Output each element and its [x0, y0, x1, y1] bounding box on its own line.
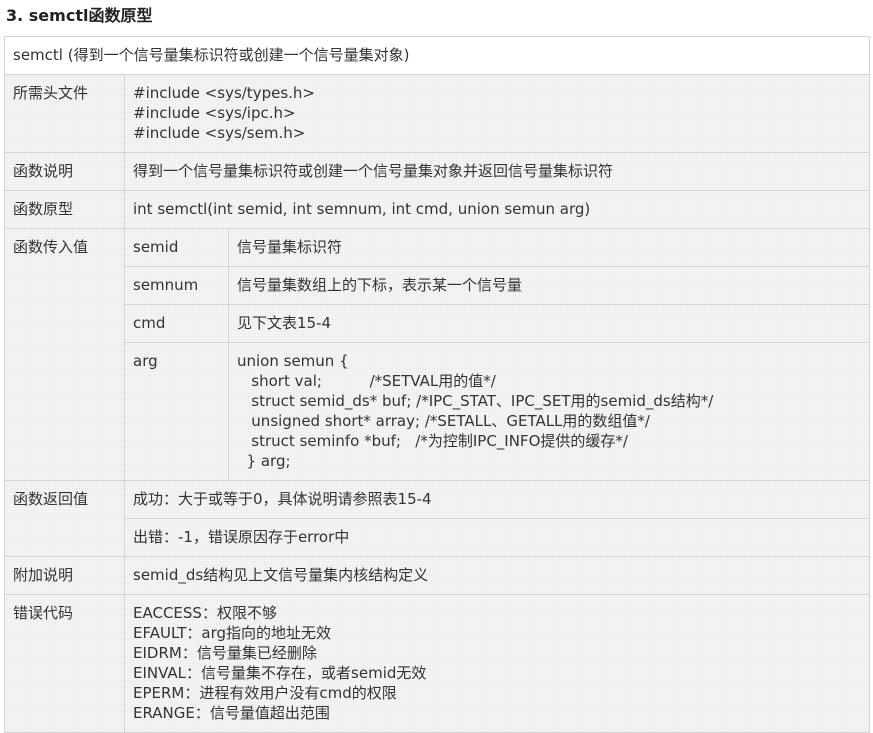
row-label-headers: 所需头文件: [4, 74, 125, 153]
error-code-line: EFAULT：arg指向的地址无效: [133, 624, 332, 642]
param-desc: 信号量集标识符: [228, 228, 870, 267]
section-heading: 3. semctl函数原型: [6, 6, 153, 25]
error-code-line: ERANGE：信号量值超出范围: [133, 704, 330, 722]
table-row: 函数返回值 成功：大于或等于0，具体说明请参照表15-4: [4, 480, 870, 557]
row-label-notes: 附加说明: [4, 556, 125, 595]
row-label-description: 函数说明: [4, 152, 125, 191]
code-line: unsigned short* array; /*SETALL、GETALL用的…: [237, 412, 650, 430]
param-name: semnum: [124, 266, 229, 305]
table-row: 函数说明 得到一个信号量集标识符或创建一个信号量集对象并返回信号量集标识符: [4, 152, 870, 191]
table-row: 函数传入值 semid 信号量集标识符: [4, 228, 870, 481]
table-row: arg union semun { short val; /*SETVAL用的值…: [5, 342, 870, 481]
errors-cell: EACCESS：权限不够 EFAULT：arg指向的地址无效 EIDRM：信号量…: [124, 594, 870, 733]
table-row: semctl (得到一个信号量集标识符或创建一个信号量集对象): [4, 36, 870, 75]
code-line: } arg;: [237, 452, 291, 470]
return-error-cell: 出错：-1，错误原因存于error中: [124, 518, 870, 557]
param-desc: 见下文表15-4: [228, 304, 870, 343]
return-success-cell: 成功：大于或等于0，具体说明请参照表15-4: [124, 480, 870, 519]
table-row: 出错：-1，错误原因存于error中: [5, 518, 870, 557]
row-label-errors: 错误代码: [4, 594, 125, 733]
error-code-line: EPERM：进程有效用户没有cmd的权限: [133, 684, 397, 702]
param-name: arg: [124, 342, 229, 481]
description-cell: 得到一个信号量集标识符或创建一个信号量集对象并返回信号量集标识符: [124, 152, 870, 191]
table-row: semnum 信号量集数组上的下标，表示某一个信号量: [5, 266, 870, 305]
code-line: struct seminfo *buf; /*为控制IPC_INFO提供的缓存*…: [237, 432, 628, 450]
table-row: cmd 见下文表15-4: [5, 304, 870, 343]
code-line: short val; /*SETVAL用的值*/: [237, 372, 496, 390]
error-code-line: EINVAL：信号量集不存在，或者semid无效: [133, 664, 427, 682]
param-name: semid: [124, 228, 229, 267]
error-code-line: EIDRM：信号量集已经删除: [133, 644, 317, 662]
table-row: 所需头文件 #include <sys/types.h> #include <s…: [4, 74, 870, 153]
param-desc: 信号量集数组上的下标，表示某一个信号量: [228, 266, 870, 305]
notes-cell: semid_ds结构见上文信号量集内核结构定义: [124, 556, 870, 595]
table-row: 错误代码 EACCESS：权限不够 EFAULT：arg指向的地址无效 EIDR…: [4, 594, 870, 733]
code-line: union semun {: [237, 352, 349, 370]
include-line: #include <sys/ipc.h>: [133, 104, 296, 122]
semctl-table: semctl (得到一个信号量集标识符或创建一个信号量集对象) 所需头文件 #i…: [4, 36, 870, 733]
prototype-cell: int semctl(int semid, int semnum, int cm…: [124, 190, 870, 229]
include-line: #include <sys/sem.h>: [133, 124, 306, 142]
row-label-return: 函数返回值: [4, 480, 125, 557]
error-code-line: EACCESS：权限不够: [133, 604, 277, 622]
param-name: cmd: [124, 304, 229, 343]
headers-cell: #include <sys/types.h> #include <sys/ipc…: [124, 74, 870, 153]
code-line: struct semid_ds* buf; /*IPC_STAT、IPC_SET…: [237, 392, 714, 410]
row-label-prototype: 函数原型: [4, 190, 125, 229]
include-line: #include <sys/types.h>: [133, 84, 315, 102]
table-title: semctl (得到一个信号量集标识符或创建一个信号量集对象): [4, 36, 870, 75]
row-label-params: 函数传入值: [4, 228, 125, 481]
arg-definition-cell: union semun { short val; /*SETVAL用的值*/ s…: [228, 342, 870, 481]
table-row: 函数原型 int semctl(int semid, int semnum, i…: [4, 190, 870, 229]
table-row: 附加说明 semid_ds结构见上文信号量集内核结构定义: [4, 556, 870, 595]
